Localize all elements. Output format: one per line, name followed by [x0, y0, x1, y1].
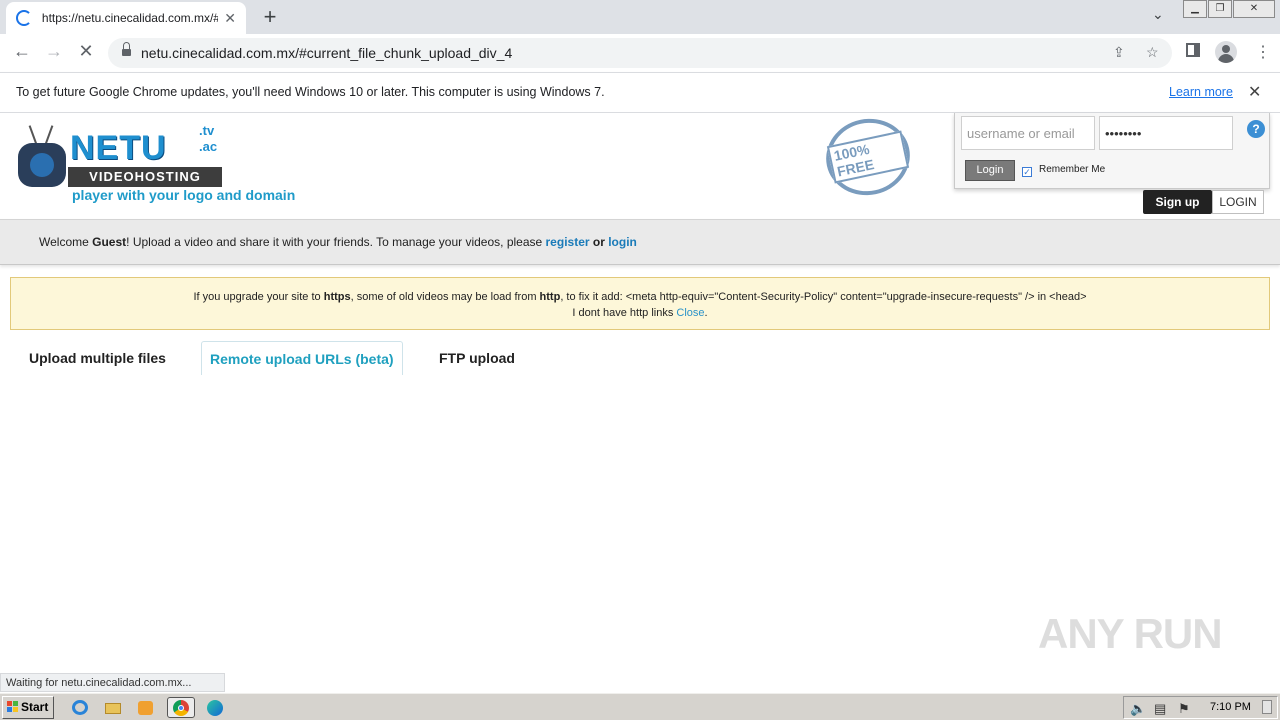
help-icon[interactable]: ?: [1247, 120, 1265, 138]
restore-button[interactable]: ❐: [1208, 0, 1232, 18]
remember-me-checkbox[interactable]: ✓: [1022, 167, 1032, 177]
tab-upload-multiple-files[interactable]: Upload multiple files: [21, 341, 174, 375]
tv-icon: [18, 143, 66, 187]
welcome-or: or: [589, 235, 609, 249]
browser-tab[interactable]: https://netu.cinecalidad.com.mx/#c ✕: [6, 2, 246, 34]
notice-text-b: , some of old videos may be load from: [350, 291, 540, 303]
stop-loading-icon[interactable]: ✕: [74, 41, 98, 62]
tab-remote-upload-urls[interactable]: Remote upload URLs (beta): [201, 341, 403, 375]
notice-line-1: If you upgrade your site to https, some …: [11, 289, 1269, 305]
stamp-text: 100% FREE: [826, 130, 910, 184]
windows-flag-icon: [7, 701, 19, 714]
share-icon[interactable]: ⇪: [1113, 44, 1125, 61]
notice-close-link[interactable]: Close: [676, 307, 704, 319]
network-icon[interactable]: ▤: [1154, 701, 1166, 717]
sign-up-button[interactable]: Sign up: [1143, 190, 1212, 214]
infobar-message: To get future Google Chrome updates, you…: [16, 85, 605, 99]
url-text[interactable]: netu.cinecalidad.com.mx/#current_file_ch…: [141, 45, 512, 61]
clock[interactable]: 7:10 PM: [1210, 701, 1251, 713]
https-notice: If you upgrade your site to https, some …: [10, 277, 1270, 330]
notice-line-2: I dont have http links Close.: [11, 305, 1269, 321]
remember-me-label: Remember Me: [1039, 164, 1106, 175]
minimize-button[interactable]: ▁: [1183, 0, 1207, 18]
username-input[interactable]: [961, 116, 1095, 150]
file-explorer-icon[interactable]: [102, 697, 124, 718]
profile-avatar-icon[interactable]: [1215, 41, 1237, 63]
tab-close-button[interactable]: ✕: [224, 10, 236, 27]
register-link[interactable]: register: [546, 235, 590, 249]
infobar-close-icon[interactable]: ✕: [1248, 82, 1261, 102]
internet-explorer-icon[interactable]: [69, 697, 91, 718]
learn-more-link[interactable]: Learn more: [1169, 85, 1233, 99]
chrome-taskbar-icon[interactable]: [167, 697, 195, 718]
loading-spinner-icon: [16, 10, 32, 26]
start-label: Start: [21, 700, 49, 714]
address-bar[interactable]: netu.cinecalidad.com.mx/#current_file_ch…: [108, 38, 1172, 68]
anyrun-watermark: ANY RUN: [1038, 610, 1223, 657]
chrome-update-infobar: To get future Google Chrome updates, you…: [0, 72, 1280, 113]
forward-arrow-icon[interactable]: →: [42, 41, 66, 62]
tld-tv: .tv: [199, 123, 215, 138]
notice-period: .: [704, 307, 708, 319]
action-center-flag-icon[interactable]: ⚑: [1178, 701, 1190, 717]
notice-text-2: I dont have http links: [572, 307, 677, 319]
tld-ac: .ac: [199, 139, 218, 154]
antenna-right: [44, 125, 54, 145]
back-arrow-icon[interactable]: ←: [10, 41, 34, 62]
tagline: player with your logo and domain: [72, 187, 296, 203]
password-input[interactable]: [1099, 116, 1233, 150]
status-bubble: Waiting for netu.cinecalidad.com.mx...: [0, 673, 225, 692]
login-tab[interactable]: LOGIN: [1212, 190, 1264, 214]
show-desktop-button[interactable]: [1262, 700, 1272, 714]
login-panel: ? Login ✓ Remember Me: [954, 113, 1270, 189]
welcome-bar: Welcome Guest! Upload a video and share …: [0, 219, 1280, 265]
tab-ftp-upload[interactable]: FTP upload: [431, 341, 523, 375]
welcome-middle: ! Upload a video and share it with your …: [126, 235, 546, 249]
logo-text: NETU: [70, 129, 167, 167]
side-panel-icon[interactable]: [1186, 43, 1200, 57]
netu-logo[interactable]: NETU VIDEOHOSTING .tv .ac: [18, 123, 228, 190]
notice-text-a: If you upgrade your site to: [193, 291, 324, 303]
login-button[interactable]: Login: [965, 160, 1015, 181]
windows-taskbar: Start 🔈 ▤ ⚑ 7:10 PM: [0, 693, 1280, 720]
lock-icon: [122, 42, 131, 57]
free-stamp-badge: 100% FREE: [819, 111, 917, 203]
start-button[interactable]: Start: [2, 696, 54, 719]
media-player-icon[interactable]: [135, 697, 157, 718]
edge-icon[interactable]: [204, 697, 226, 718]
system-tray: 🔈 ▤ ⚑ 7:10 PM: [1123, 696, 1278, 719]
notice-http: http: [539, 291, 561, 303]
tab-title: https://netu.cinecalidad.com.mx/#c: [41, 11, 219, 25]
welcome-prefix: Welcome: [39, 235, 93, 249]
welcome-user: Guest: [92, 235, 127, 249]
notice-text-c: , to fix it add: <meta http-equiv="Conte…: [560, 291, 1087, 303]
new-tab-button[interactable]: +: [258, 4, 282, 30]
notice-https: https: [323, 291, 351, 303]
menu-kebab-icon[interactable]: ⋮: [1255, 42, 1271, 62]
volume-icon[interactable]: 🔈: [1130, 701, 1146, 717]
window-close-button[interactable]: ✕: [1233, 0, 1275, 18]
welcome-text: Welcome Guest! Upload a video and share …: [39, 235, 637, 249]
logo-subtext: VIDEOHOSTING: [68, 167, 222, 187]
browser-toolbar: ← → ✕ netu.cinecalidad.com.mx/#current_f…: [0, 34, 1280, 72]
antenna-left: [28, 125, 38, 145]
browser-tab-strip: https://netu.cinecalidad.com.mx/#c ✕ + ⌄…: [0, 0, 1280, 34]
bookmark-star-icon[interactable]: ☆: [1146, 44, 1159, 61]
login-link[interactable]: login: [608, 235, 637, 249]
tab-search-chevron-down-icon[interactable]: ⌄: [1152, 6, 1164, 23]
